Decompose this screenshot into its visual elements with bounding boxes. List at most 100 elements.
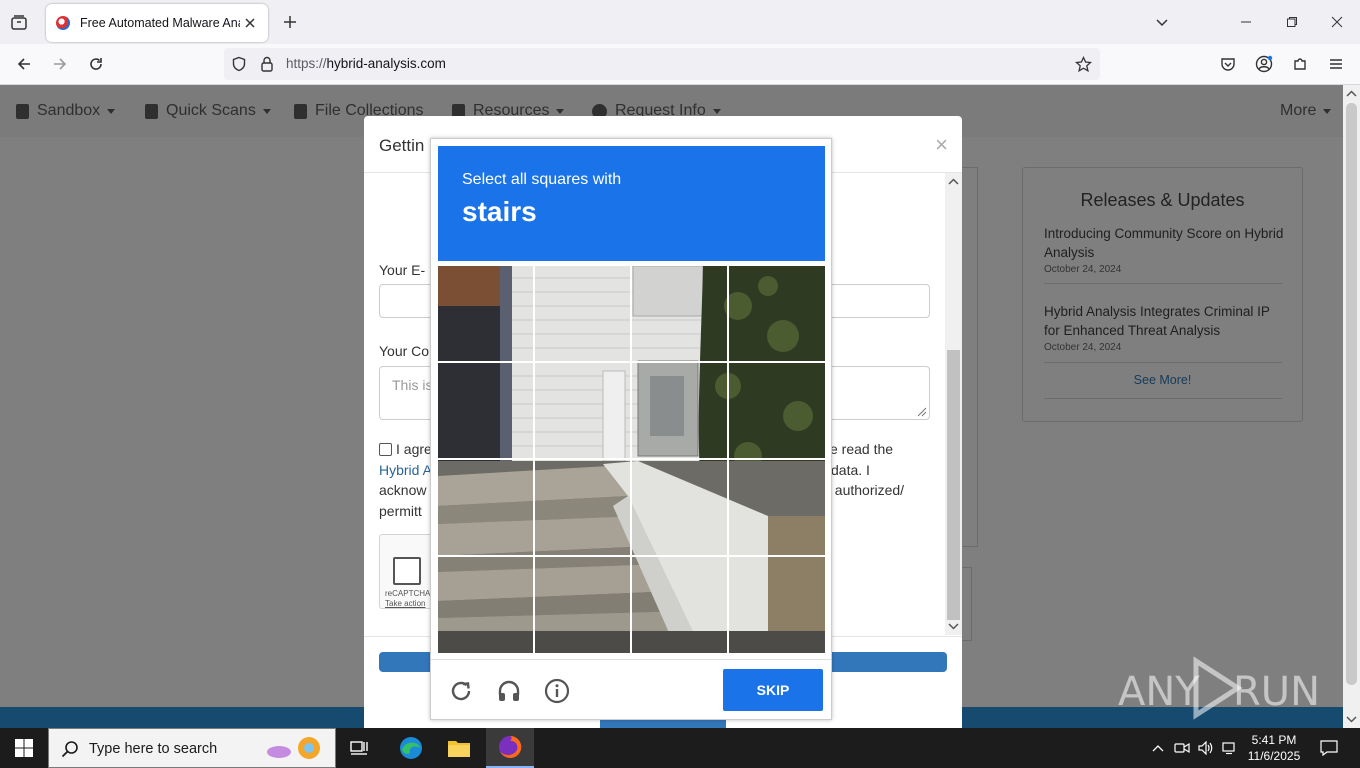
show-hidden-icons-chevron-icon[interactable] xyxy=(1146,728,1170,768)
nav-quick-scans[interactable]: Quick Scans xyxy=(145,102,271,120)
back-arrow-icon[interactable] xyxy=(14,54,34,74)
recaptcha-checkbox[interactable] xyxy=(393,557,421,585)
grid-tile[interactable] xyxy=(438,266,533,361)
secondary-button[interactable] xyxy=(600,720,726,728)
minimize-icon[interactable] xyxy=(1236,12,1256,32)
tab-overview-icon[interactable] xyxy=(8,12,30,34)
forward-arrow-icon[interactable] xyxy=(50,54,70,74)
grid-tile[interactable] xyxy=(438,363,533,458)
grid-tile[interactable] xyxy=(438,460,533,555)
agree-line-4: permitt xyxy=(379,502,422,519)
agree-checkbox[interactable] xyxy=(379,443,392,456)
divider xyxy=(1044,362,1282,363)
caret-down-icon xyxy=(712,108,721,114)
resize-handle-icon[interactable] xyxy=(915,405,927,417)
url-protocol: https:// xyxy=(286,56,327,71)
releases-panel: Releases & Updates Introducing Community… xyxy=(1022,167,1303,422)
nav-sandbox[interactable]: Sandbox xyxy=(16,102,116,120)
modal-scrollbar[interactable] xyxy=(945,173,962,635)
start-button[interactable] xyxy=(0,728,48,768)
files-icon xyxy=(294,103,307,119)
grid-tile[interactable] xyxy=(535,557,630,652)
grid-tile[interactable] xyxy=(535,266,630,361)
grid-tile[interactable] xyxy=(729,363,824,458)
challenge-target: stairs xyxy=(462,196,537,227)
url-host: hybrid-analysis.com xyxy=(326,56,446,71)
lock-icon[interactable] xyxy=(258,55,276,73)
grid-tile[interactable] xyxy=(632,460,727,555)
nav-more[interactable]: More xyxy=(1280,102,1332,120)
agree-line-2-end: data. I xyxy=(831,461,870,478)
grid-tile[interactable] xyxy=(632,266,727,361)
release-title[interactable]: Introducing Community Score on Hybrid An… xyxy=(1044,224,1284,262)
tab-title: Free Automated Malware Analy xyxy=(80,16,240,30)
scroll-up-icon[interactable] xyxy=(945,175,962,189)
reload-page-icon[interactable] xyxy=(86,54,106,74)
agreement-link[interactable]: Hybrid A xyxy=(379,462,432,478)
restore-icon[interactable] xyxy=(1282,12,1302,32)
grid-tile[interactable] xyxy=(729,460,824,555)
firefox-icon[interactable] xyxy=(486,728,534,768)
edge-icon[interactable] xyxy=(387,728,435,768)
agree-line-1-end: ve read the xyxy=(823,441,894,457)
recaptcha-label: reCAPTCHA xyxy=(385,589,431,598)
close-window-icon[interactable] xyxy=(1327,12,1347,32)
extensions-icon[interactable] xyxy=(1290,54,1310,74)
modal-close-icon[interactable]: × xyxy=(935,132,948,158)
notifications-icon[interactable] xyxy=(1314,728,1344,768)
taskbar-search-box[interactable]: Type here to search xyxy=(48,728,336,768)
recaptcha-challenge: Select all squares with stairs SKIP xyxy=(430,138,832,720)
scroll-up-icon[interactable] xyxy=(1343,87,1360,101)
grid-tile[interactable] xyxy=(535,363,630,458)
recaptcha-action-link[interactable]: Take action xyxy=(385,599,425,608)
caret-down-icon xyxy=(1323,108,1332,114)
svg-text:ANY: ANY xyxy=(1118,669,1200,715)
grid-tile[interactable] xyxy=(729,557,824,652)
task-view-icon[interactable] xyxy=(336,728,384,768)
page-scrollbar-thumb[interactable] xyxy=(1346,103,1357,685)
see-more-link[interactable]: See More! xyxy=(1023,373,1302,387)
reload-icon[interactable] xyxy=(447,677,475,705)
url-text[interactable]: https://hybrid-analysis.com xyxy=(286,56,446,71)
browser-tab[interactable]: Free Automated Malware Analy xyxy=(46,4,268,42)
modal-scrollbar-thumb[interactable] xyxy=(947,350,960,620)
nav-more-label: More xyxy=(1280,102,1317,119)
bookmark-star-icon[interactable] xyxy=(1074,55,1092,73)
system-clock[interactable]: 5:41 PM 11/6/2025 xyxy=(1243,732,1305,764)
new-tab-icon[interactable] xyxy=(280,12,300,32)
grid-tile[interactable] xyxy=(632,363,727,458)
grid-tile[interactable] xyxy=(729,266,824,361)
search-icon xyxy=(61,741,78,758)
scroll-down-icon[interactable] xyxy=(1343,712,1360,726)
meet-now-icon[interactable] xyxy=(1170,728,1194,768)
shield-icon[interactable] xyxy=(230,55,248,73)
tab-close-icon[interactable] xyxy=(242,15,258,31)
release-item[interactable]: Introducing Community Score on Hybrid An… xyxy=(1044,224,1284,275)
account-icon[interactable] xyxy=(1254,54,1274,74)
scroll-down-icon[interactable] xyxy=(945,619,962,633)
pocket-icon[interactable] xyxy=(1218,54,1238,74)
divider xyxy=(431,659,831,660)
address-bar[interactable]: https://hybrid-analysis.com xyxy=(224,48,1100,80)
caret-down-icon xyxy=(556,108,565,114)
grid-tile[interactable] xyxy=(632,557,727,652)
browser-tab-bar: Free Automated Malware Analy xyxy=(0,0,1360,44)
audio-icon[interactable] xyxy=(495,677,523,705)
info-icon[interactable] xyxy=(543,677,571,705)
network-icon[interactable] xyxy=(1218,728,1242,768)
list-tabs-chevron-icon[interactable] xyxy=(1152,12,1172,32)
grid-tile[interactable] xyxy=(535,460,630,555)
email-label: Your E- xyxy=(379,262,426,278)
release-item[interactable]: Hybrid Analysis Integrates Criminal IP f… xyxy=(1044,302,1284,353)
skip-button[interactable]: SKIP xyxy=(723,669,823,711)
page-scrollbar[interactable] xyxy=(1343,85,1360,728)
grid-tile[interactable] xyxy=(438,557,533,652)
release-title[interactable]: Hybrid Analysis Integrates Criminal IP f… xyxy=(1044,302,1284,340)
agree-line-1: I agre xyxy=(396,441,432,457)
release-date: October 24, 2024 xyxy=(1044,342,1122,353)
file-explorer-icon[interactable] xyxy=(435,728,483,768)
clock-time: 5:41 PM xyxy=(1251,733,1297,747)
challenge-header: Select all squares with stairs xyxy=(438,146,825,261)
volume-icon[interactable] xyxy=(1194,728,1218,768)
app-menu-icon[interactable] xyxy=(1326,54,1346,74)
